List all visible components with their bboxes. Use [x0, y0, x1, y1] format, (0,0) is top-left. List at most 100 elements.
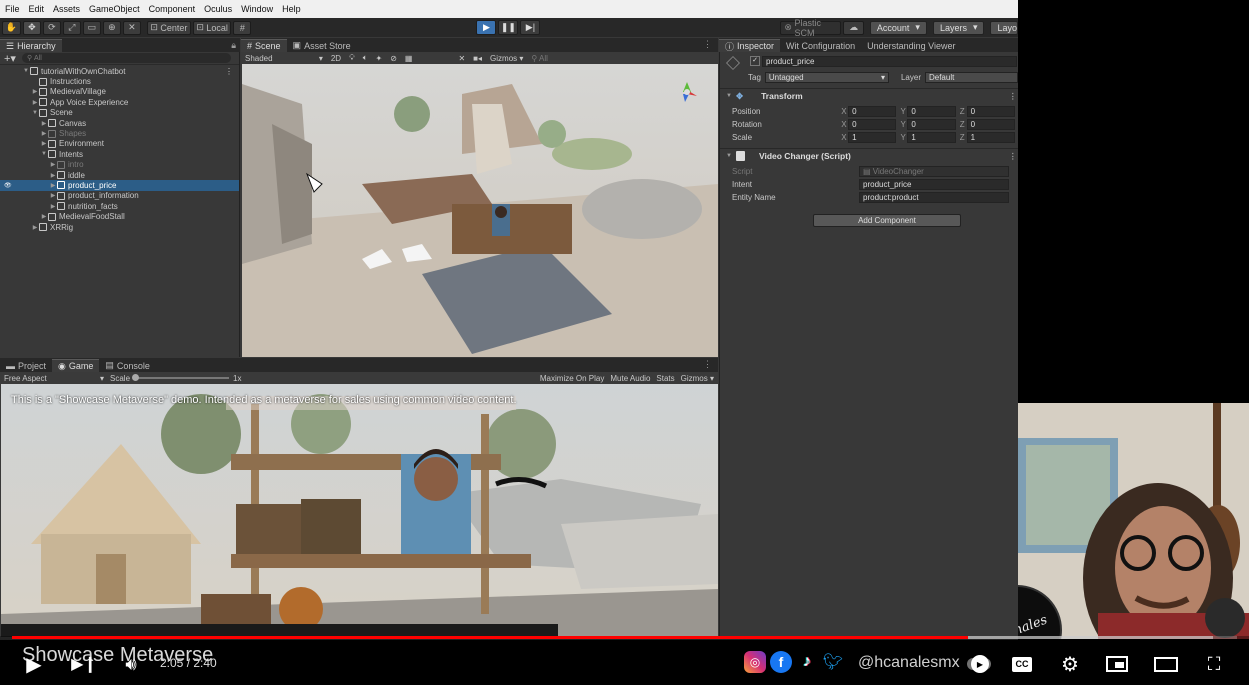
- camera-icon[interactable]: ■◂: [473, 54, 482, 63]
- menu-window[interactable]: Window: [241, 4, 273, 14]
- collapse-arrow-icon[interactable]: ▶: [49, 192, 57, 199]
- 2d-toggle[interactable]: 2D: [331, 54, 341, 63]
- collapse-arrow-icon[interactable]: ▶: [40, 213, 48, 220]
- rotate-tool-icon[interactable]: ⟳: [42, 20, 61, 35]
- component-menu-icon[interactable]: ⋮: [1009, 151, 1018, 162]
- menu-component[interactable]: Component: [149, 4, 196, 14]
- custom-tool-icon[interactable]: ✕: [122, 20, 141, 35]
- shading-dropdown[interactable]: Shaded ▾: [245, 54, 323, 63]
- gizmos-dropdown[interactable]: Gizmos ▾: [490, 54, 523, 63]
- more-options-icon[interactable]: ⋮: [703, 39, 712, 50]
- collapse-arrow-icon[interactable]: ▶: [49, 172, 57, 179]
- plastic-scm-button[interactable]: ⊗ Plastic SCM: [780, 18, 842, 38]
- transform-y-field[interactable]: 0: [907, 119, 956, 130]
- play-pause-button[interactable]: ▶: [22, 652, 46, 676]
- visibility-icon[interactable]: 👁: [4, 182, 12, 189]
- audio-icon[interactable]: 🔈︎: [363, 53, 368, 63]
- hierarchy-row[interactable]: ▶ iddle: [0, 170, 239, 180]
- fullscreen-button[interactable]: ⛶: [1202, 653, 1226, 675]
- menu-assets[interactable]: Assets: [53, 4, 80, 14]
- tab-asset-store[interactable]: ▣ Asset Store: [287, 39, 357, 52]
- grid-snap-icon[interactable]: #: [233, 20, 252, 35]
- collapse-arrow-icon[interactable]: ▶: [40, 120, 48, 127]
- account-dropdown[interactable]: Account ▾: [869, 20, 927, 35]
- game-gizmos-dropdown[interactable]: Gizmos ▾: [681, 374, 714, 383]
- transform-y-field[interactable]: 1: [907, 132, 956, 143]
- stats-toggle[interactable]: Stats: [656, 374, 674, 383]
- layout-dropdown[interactable]: Layo: [990, 20, 1019, 35]
- settings-button[interactable]: ⚙: [1058, 652, 1082, 676]
- lock-icon[interactable]: 🔒︎: [231, 40, 236, 51]
- transform-header[interactable]: ▼ ✥ Transform ⋮: [720, 88, 1018, 103]
- more-options-icon[interactable]: ⋮: [703, 359, 712, 370]
- tab-scene[interactable]: # Scene: [241, 39, 287, 52]
- menu-file[interactable]: File: [5, 4, 20, 14]
- hand-tool-icon[interactable]: ✋: [2, 20, 21, 35]
- collapse-arrow-icon[interactable]: ▶: [31, 224, 39, 231]
- menu-oculus[interactable]: Oculus: [204, 4, 232, 14]
- layers-dropdown[interactable]: Layers ▾: [932, 20, 985, 35]
- scale-slider[interactable]: [132, 374, 230, 381]
- menu-gameobject[interactable]: GameObject: [89, 4, 140, 14]
- pivot-local-button[interactable]: ⊡ Local: [192, 20, 232, 35]
- scene-viewport[interactable]: [242, 64, 718, 357]
- collapse-arrow-icon[interactable]: ▶: [49, 161, 57, 168]
- layer-dropdown[interactable]: Default: [924, 72, 1018, 83]
- volume-button[interactable]: 🔊︎: [118, 652, 144, 676]
- tab-understanding-viewer[interactable]: Understanding Viewer: [861, 39, 961, 52]
- transform-z-field[interactable]: 0: [966, 119, 1015, 130]
- expand-arrow-icon[interactable]: ▼: [40, 151, 48, 157]
- hierarchy-row[interactable]: ▶ Environment: [0, 139, 239, 149]
- hierarchy-row[interactable]: ▶ Shapes: [0, 128, 239, 138]
- hierarchy-row[interactable]: ▶ XRRig: [0, 222, 239, 232]
- hierarchy-row[interactable]: ▶ product_information: [0, 191, 239, 201]
- captions-button[interactable]: CC: [1010, 653, 1034, 675]
- miniplayer-button[interactable]: [1105, 653, 1129, 675]
- hierarchy-row[interactable]: Instructions: [0, 76, 239, 86]
- pivot-center-button[interactable]: ⊡ Center: [146, 20, 191, 35]
- tab-hierarchy[interactable]: ☰ Hierarchy: [0, 39, 62, 52]
- add-object-button[interactable]: +▾: [4, 52, 16, 65]
- instagram-icon[interactable]: ◎: [744, 651, 766, 673]
- tab-console[interactable]: ▤ Console: [99, 359, 156, 372]
- menu-help[interactable]: Help: [282, 4, 301, 14]
- scene-menu-icon[interactable]: ⋮: [225, 67, 233, 76]
- rect-tool-icon[interactable]: ▭: [82, 20, 101, 35]
- transform-tool-icon[interactable]: ⊕: [102, 20, 121, 35]
- play-button[interactable]: ▶: [476, 20, 497, 35]
- aspect-dropdown[interactable]: Free Aspect ▾: [4, 374, 104, 383]
- next-button[interactable]: ▶❙: [71, 652, 97, 676]
- hierarchy-row[interactable]: ▶ intro: [0, 160, 239, 170]
- collapse-arrow-icon[interactable]: ▶: [49, 182, 57, 189]
- scene-search-input[interactable]: ⚲ All: [531, 54, 548, 63]
- hierarchy-row[interactable]: ▼ Intents: [0, 149, 239, 159]
- transform-z-field[interactable]: 1: [966, 132, 1015, 143]
- lighting-icon[interactable]: 💡︎: [349, 53, 355, 63]
- maximize-on-play-toggle[interactable]: Maximize On Play: [540, 374, 604, 383]
- effects-icon[interactable]: ✦: [376, 54, 383, 63]
- pause-button[interactable]: ❚❚: [498, 20, 519, 35]
- collapse-arrow-icon[interactable]: ▶: [40, 130, 48, 137]
- hierarchy-row[interactable]: ▼ Scene: [0, 108, 239, 118]
- tab-game[interactable]: ◉ Game: [52, 359, 100, 372]
- tab-inspector[interactable]: ⓘ Inspector: [719, 39, 781, 52]
- hierarchy-row[interactable]: ▶ MedievalVillage: [0, 87, 239, 97]
- expand-arrow-icon[interactable]: ▼: [22, 68, 30, 74]
- twitter-icon[interactable]: 🐦︎: [822, 651, 844, 673]
- collapse-arrow-icon[interactable]: ▶: [31, 88, 39, 95]
- transform-x-field[interactable]: 0: [848, 119, 897, 130]
- grid-icon[interactable]: ▦: [405, 54, 413, 63]
- hierarchy-row[interactable]: ▶ nutrition_facts: [0, 201, 239, 211]
- hierarchy-row[interactable]: ▶ Canvas: [0, 118, 239, 128]
- step-button[interactable]: ▶|: [520, 20, 541, 35]
- collapse-arrow-icon[interactable]: ▶: [31, 99, 39, 106]
- theater-mode-button[interactable]: [1153, 653, 1179, 675]
- tab-project[interactable]: ▬ Project: [0, 359, 52, 372]
- object-name-field[interactable]: product_price: [762, 56, 1017, 67]
- intent-field[interactable]: product_price: [859, 179, 1009, 190]
- hierarchy-row[interactable]: ▶ MedievalFoodStall: [0, 211, 239, 221]
- collapse-arrow-icon[interactable]: ▶: [49, 203, 57, 210]
- collapse-arrow-icon[interactable]: ▶: [40, 140, 48, 147]
- scale-slider-thumb[interactable]: [132, 374, 140, 381]
- transform-y-field[interactable]: 0: [907, 106, 956, 117]
